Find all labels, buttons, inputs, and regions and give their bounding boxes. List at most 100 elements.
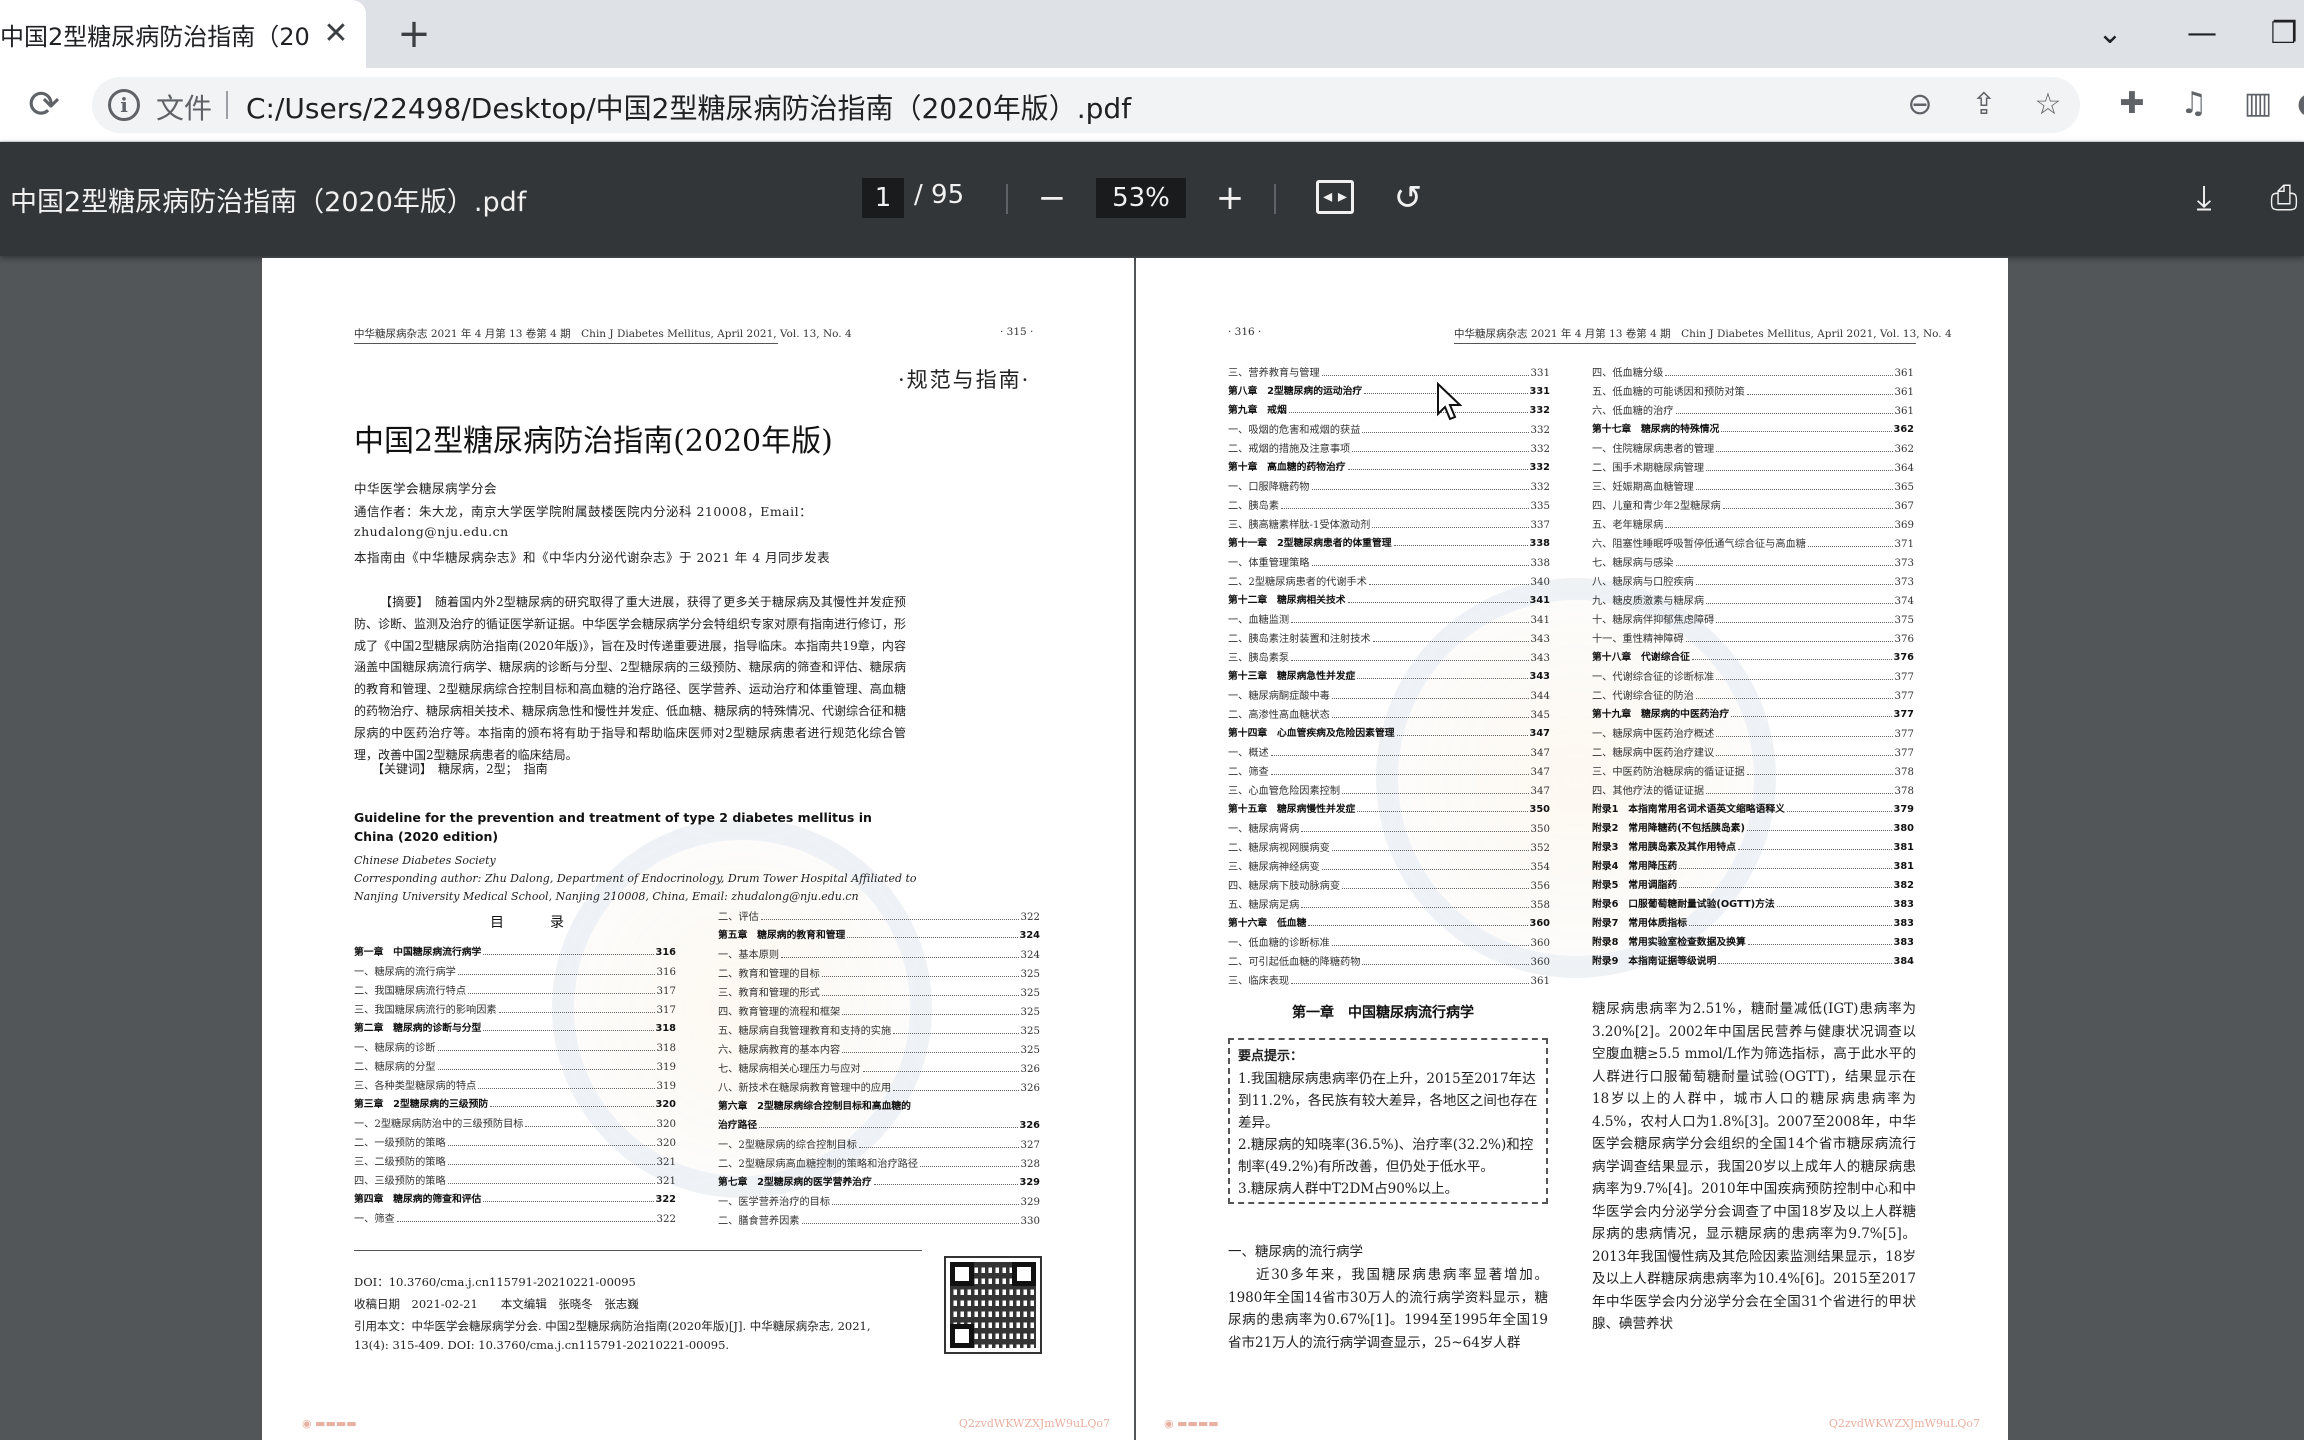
- toc-entry: 一、低血糖的诊断标准 360: [1228, 934, 1550, 953]
- address-bar[interactable]: i 文件 C:/Users/22498/Desktop/中国2型糖尿病防治指南（…: [92, 77, 2080, 133]
- toc-entry-page: 378: [1894, 786, 1914, 797]
- toc-entry-page: 382: [1893, 880, 1914, 891]
- key-point: 2.糖尿病的知晓率(36.5%)、治疗率(32.2%)和控制率(49.2%)有所…: [1238, 1137, 1534, 1175]
- toc-entry-page: 322: [656, 1214, 676, 1225]
- sidepanel-icon[interactable]: ▥: [2238, 84, 2278, 124]
- toc-leader: [1368, 584, 1529, 585]
- toc-entry-label: 四、儿童和青少年2型糖尿病: [1592, 501, 1721, 512]
- zoom-input[interactable]: 53%: [1096, 178, 1186, 218]
- toc-entry: 二、糖尿病视网膜病变 352: [1228, 839, 1550, 858]
- toc-leader: [1716, 736, 1893, 737]
- toc-entry-label: 三、中医药防治糖尿病的循证证据: [1592, 767, 1745, 778]
- toc-leader: [1722, 508, 1893, 509]
- divider: [1274, 184, 1276, 214]
- new-tab-button[interactable]: +: [392, 12, 436, 56]
- key-points-title: 要点提示：: [1238, 1049, 1304, 1064]
- download-icon[interactable]: ⤓: [2182, 176, 2226, 220]
- bottom-code: Q2zvdWKWZXJmW9uLQo7: [958, 1417, 1110, 1430]
- toc-leader: [1737, 849, 1892, 850]
- toc-entry-label: 二、代谢综合征的防治: [1592, 691, 1694, 702]
- toc-heading: 目 录: [490, 915, 580, 931]
- toc-entry-label: 三、我国糖尿病流行的影响因素: [354, 1005, 497, 1016]
- divider: [1006, 184, 1008, 214]
- toc-entry-page: 367: [1894, 501, 1914, 512]
- toc-entry-label: 二、我国糖尿病流行特点: [354, 986, 467, 997]
- toc-entry-page: 325: [1020, 969, 1040, 980]
- zoom-out-button[interactable]: −: [1030, 176, 1074, 220]
- restore-icon[interactable]: ❐: [2264, 14, 2304, 54]
- star-icon[interactable]: ☆: [2030, 87, 2066, 123]
- toc-entry-label: 附录2 常用降糖药(不包括胰岛素): [1592, 823, 1745, 834]
- info-icon[interactable]: i: [108, 89, 140, 121]
- bottom-code: Q2zvdWKWZXJmW9uLQo7: [1828, 1417, 1980, 1430]
- toc-leader: [1321, 869, 1529, 870]
- toc-entry: 一、糖尿病的流行病学 316: [354, 963, 676, 982]
- toc-entry-label: 二、高渗性高血糖状态: [1228, 710, 1330, 721]
- page-number-input[interactable]: 1: [862, 178, 904, 218]
- abstract: 【摘要】 随着国内外2型糖尿病的研究取得了重大进展，获得了更多关于糖尿病及其慢性…: [354, 595, 907, 762]
- toc-entry-page: 347: [1530, 748, 1550, 759]
- toc-entry: 五、老年糖尿病 369: [1592, 516, 1914, 535]
- media-icon[interactable]: ♫: [2174, 84, 2214, 124]
- toc-entry: 三、妊娠期高血糖管理 365: [1592, 478, 1914, 497]
- toc-entry-page: 375: [1894, 615, 1914, 626]
- toc-entry-page: 332: [1530, 482, 1550, 493]
- tab-title: 中国2型糖尿病防治指南（2020年: [0, 22, 310, 51]
- toc-entry-page: 350: [1529, 804, 1550, 815]
- toc-entry-label: 二、糖尿病中医药治疗建议: [1592, 748, 1715, 759]
- toc-leader: [1695, 584, 1893, 585]
- body-paragraph: 近30多年来，我国糖尿病患病率显著增加。1980年全国14省市30万人的流行病学…: [1228, 1267, 1548, 1351]
- toc-leader: [498, 1012, 655, 1013]
- toc-entry-page: 326: [1020, 1064, 1040, 1075]
- toc-entry-label: 三、临床表现: [1228, 976, 1290, 987]
- toc-leader: [873, 1184, 1018, 1185]
- toc-leader: [893, 1090, 1019, 1091]
- toc-leader: [847, 937, 1018, 938]
- print-icon[interactable]: ⎙: [2262, 176, 2304, 220]
- toc-entry-label: 七、糖尿病与感染: [1592, 558, 1674, 569]
- toc-entry-label: 第九章 戒烟: [1228, 405, 1287, 416]
- share-icon[interactable]: ⇪: [1966, 87, 2002, 123]
- toc-entry-label: 第十六章 低血糖: [1228, 918, 1307, 929]
- toc-leader: [1716, 679, 1893, 680]
- zoom-in-button[interactable]: +: [1208, 176, 1252, 220]
- toc-entry: 第三章 2型糖尿病的三级预防 320: [354, 1096, 676, 1115]
- toc-entry: 附录7 常用体质指标 383: [1592, 915, 1914, 934]
- toc-entry-page: 343: [1530, 653, 1550, 664]
- toc-entry-label: 二、糖尿病的分型: [354, 1062, 436, 1073]
- doi: DOI：10.3760/cma.j.cn115791-20210221-0009…: [354, 1275, 636, 1289]
- close-tab-icon[interactable]: ✕: [320, 18, 352, 50]
- rotate-icon[interactable]: ↺: [1386, 176, 1430, 220]
- toc-entry: 第十九章 糖尿病的中医药治疗 377: [1592, 706, 1914, 725]
- browser-tab[interactable]: 中国2型糖尿病防治指南（2020年 ✕: [0, 0, 366, 68]
- toc-entry-label: 第十五章 糖尿病慢性并发症: [1228, 804, 1356, 815]
- tab-search-icon[interactable]: ⌄: [2090, 14, 2130, 54]
- toc-leader: [490, 1106, 654, 1107]
- toc-entry-label: 一、医学营养治疗的目标: [718, 1197, 831, 1208]
- toc-entry-label: 二、胰岛素注射装置和注射技术: [1228, 634, 1371, 645]
- zoom-out-icon[interactable]: ⊖: [1902, 87, 1938, 123]
- toc-entry: 四、糖尿病下肢动脉病变 356: [1228, 877, 1550, 896]
- url-text[interactable]: C:/Users/22498/Desktop/中国2型糖尿病防治指南（2020年…: [246, 87, 1131, 127]
- toc-entry: 一、体重管理策略 338: [1228, 554, 1550, 573]
- toc-entry: 第八章 2型糖尿病的运动治疗 331: [1228, 383, 1550, 402]
- toc-entry: 六、阻塞性睡眠呼吸暂停低通气综合征与高血糖 371: [1592, 535, 1914, 554]
- toc-entry-label: 第一章 中国糖尿病流行病学: [354, 947, 482, 958]
- toc-entry: 二、糖尿病中医药治疗建议 377: [1592, 744, 1914, 763]
- toc-entry-page: 369: [1894, 520, 1914, 531]
- toc-entry-label: 一、糖尿病肾病: [1228, 824, 1300, 835]
- profile-icon[interactable]: ●: [2290, 84, 2304, 124]
- toc-leader: [1270, 755, 1529, 756]
- chapter-1-title: 第一章 中国糖尿病流行病学: [1292, 1005, 1474, 1021]
- toc-entry-page: 352: [1530, 843, 1550, 854]
- toc-entry-label: 治疗路径: [718, 1120, 758, 1131]
- reload-icon[interactable]: ⟳: [22, 82, 66, 126]
- toc-entry-page: 335: [1530, 501, 1550, 512]
- toc-leader: [1685, 641, 1893, 642]
- fit-to-page-icon[interactable]: [1316, 180, 1354, 214]
- toc-entry: 第十七章 糖尿病的特殊情况 362: [1592, 421, 1914, 440]
- minimize-icon[interactable]: —: [2182, 14, 2222, 54]
- toc-entry-page: 380: [1893, 823, 1914, 834]
- extensions-icon[interactable]: ✚: [2112, 84, 2152, 124]
- toc-leader: [1362, 432, 1529, 433]
